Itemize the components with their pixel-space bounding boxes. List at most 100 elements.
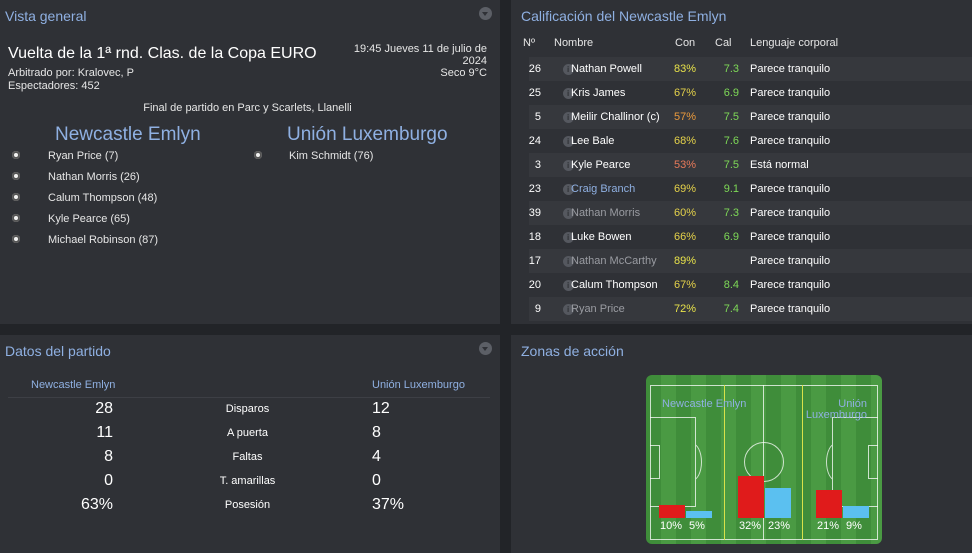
action-zones-pitch: Newcastle Emlyn Unión Luxemburgo 10% 5% 32… — [646, 375, 882, 544]
header-body-language[interactable]: Lenguaje corporal — [750, 37, 838, 49]
ratings-title: Calificación del Newcastle Emlyn — [521, 8, 727, 24]
player-body-language: Parece tranquilo — [750, 255, 831, 267]
away-scorer[interactable]: Kim Schmidt (76) — [289, 150, 373, 162]
player-number: 9 — [534, 303, 541, 315]
ratings-panel: Calificación del Newcastle Emlyn Nº Nomb… — [511, 0, 972, 324]
player-row[interactable]: 23 Craig Branch 69% 9.1 Parece tranquilo — [529, 177, 972, 202]
player-row[interactable]: 18 Luke Bowen 66% 6.9 Parece tranquilo — [529, 225, 972, 250]
player-row[interactable]: 17 Nathan McCarthy 89% Parece tranquilo — [529, 249, 972, 274]
player-name[interactable]: Nathan Morris — [571, 201, 640, 225]
player-name[interactable]: Kris James — [571, 81, 625, 105]
player-condition: 57% — [674, 111, 697, 123]
player-row[interactable]: 25 Kris James 67% 6.9 Parece tranquilo — [529, 81, 972, 106]
competition-title: Vuelta de la 1ª rnd. Clas. de la Copa EU… — [8, 45, 317, 62]
stat-away-value: 12 — [372, 400, 390, 417]
player-rating: 7.3 — [723, 207, 739, 219]
stat-label: Disparos — [225, 403, 270, 415]
player-row[interactable]: 26 Nathan Powell 83% 7.3 Parece tranquilo — [529, 57, 972, 82]
player-condition: 89% — [674, 255, 697, 267]
zone-pct-home: 32% — [739, 520, 762, 532]
collapse-icon[interactable] — [479, 7, 492, 20]
player-name[interactable]: Kyle Pearce — [571, 153, 630, 177]
player-number: 17 — [528, 255, 541, 267]
stat-row: 0 T. amarillas 0 — [0, 469, 490, 493]
match-datetime-year: 2024 — [462, 55, 487, 67]
player-row[interactable]: 24 Lee Bale 68% 7.6 Parece tranquilo — [529, 129, 972, 154]
attendance: Espectadores: 452 — [8, 80, 100, 92]
player-number: 3 — [534, 159, 541, 171]
player-name[interactable]: Craig Branch — [571, 177, 635, 201]
stat-away-value: 37% — [372, 496, 405, 513]
player-row[interactable]: 3 Kyle Pearce 53% 7.5 Está normal — [529, 153, 972, 178]
player-body-language: Parece tranquilo — [750, 63, 831, 75]
player-condition: 66% — [674, 231, 697, 243]
player-row[interactable]: 20 Calum Thompson 67% 8.4 Parece tranquilo — [529, 273, 972, 298]
player-rating: 6.9 — [723, 231, 739, 243]
player-name[interactable]: Meilir Challinor (c) — [571, 105, 660, 129]
player-rating: 7.4 — [723, 303, 739, 315]
stat-label: Posesión — [224, 499, 271, 511]
goal-ball-icon — [12, 193, 20, 201]
stat-row: 11 A puerta 8 — [0, 421, 490, 445]
player-rating: 8.4 — [723, 279, 739, 291]
player-number: 18 — [528, 231, 541, 243]
home-team-name[interactable]: Newcastle Emlyn — [55, 124, 201, 146]
player-number: 26 — [528, 63, 541, 75]
header-num[interactable]: Nº — [523, 37, 535, 49]
zone-pct-away: 9% — [846, 520, 862, 532]
player-condition: 68% — [674, 135, 697, 147]
zone-divider-right — [802, 385, 803, 540]
zone-bar-away — [765, 488, 791, 518]
player-body-language: Parece tranquilo — [750, 183, 831, 195]
match-stats-panel: Datos del partido Newcastle Emlyn Unión … — [0, 335, 500, 553]
player-name[interactable]: Ryan Price — [571, 297, 625, 321]
player-condition: 72% — [674, 303, 697, 315]
player-body-language: Parece tranquilo — [750, 135, 831, 147]
player-rating: 7.5 — [723, 111, 739, 123]
home-scorer[interactable]: Ryan Price (7) — [48, 150, 118, 162]
stat-label: T. amarillas — [219, 475, 276, 487]
stat-row: 8 Faltas 4 — [0, 445, 490, 469]
player-body-language: Parece tranquilo — [750, 231, 831, 243]
zone-bar-home — [659, 505, 685, 518]
header-con[interactable]: Con — [675, 37, 695, 49]
stat-row: 28 Disparos 12 — [0, 397, 490, 421]
goal-ball-icon — [254, 151, 262, 159]
player-name[interactable]: Nathan Powell — [571, 57, 642, 81]
player-name[interactable]: Nathan McCarthy — [571, 249, 657, 273]
player-rating: 6.9 — [723, 87, 739, 99]
player-condition: 53% — [674, 159, 697, 171]
away-team-name[interactable]: Unión Luxemburgo — [287, 124, 448, 146]
stats-away-team[interactable]: Unión Luxemburgo — [372, 379, 465, 391]
player-name[interactable]: Lee Bale — [571, 129, 614, 153]
stats-home-team[interactable]: Newcastle Emlyn — [31, 379, 115, 391]
player-number: 20 — [528, 279, 541, 291]
player-number: 25 — [528, 87, 541, 99]
player-row[interactable]: 5 Meilir Challinor (c) 57% 7.5 Parece tranqu… — [529, 105, 972, 130]
goal-ball-icon — [12, 214, 20, 222]
home-scorer[interactable]: Michael Robinson (87) — [48, 234, 158, 246]
header-cal[interactable]: Cal — [715, 37, 732, 49]
player-row[interactable]: 39 Nathan Morris 60% 7.3 Parece tranquilo — [529, 201, 972, 226]
player-row[interactable]: 9 Ryan Price 72% 7.4 Parece tranquilo — [529, 297, 972, 322]
home-scorer[interactable]: Nathan Morris (26) — [48, 171, 140, 183]
zone-pct-away: 23% — [768, 520, 791, 532]
player-name[interactable]: Luke Bowen — [571, 225, 632, 249]
player-name[interactable]: Calum Thompson — [571, 273, 658, 297]
zone-bar-home — [816, 490, 842, 518]
home-scorer[interactable]: Calum Thompson (48) — [48, 192, 157, 204]
player-condition: 60% — [674, 207, 697, 219]
zone-bar-home — [738, 476, 764, 518]
left-goal-area — [650, 445, 660, 479]
collapse-icon[interactable] — [479, 342, 492, 355]
ratings-header: Nº Nombre Con Cal Lenguaje corporal — [511, 37, 972, 53]
player-body-language: Parece tranquilo — [750, 111, 831, 123]
right-goal-area — [868, 445, 878, 479]
header-name[interactable]: Nombre — [554, 37, 593, 49]
stat-label: Faltas — [232, 451, 263, 463]
player-condition: 69% — [674, 183, 697, 195]
player-rating: 7.3 — [723, 63, 739, 75]
home-scorer[interactable]: Kyle Pearce (65) — [48, 213, 130, 225]
player-body-language: Parece tranquilo — [750, 279, 831, 291]
player-condition: 83% — [674, 63, 697, 75]
